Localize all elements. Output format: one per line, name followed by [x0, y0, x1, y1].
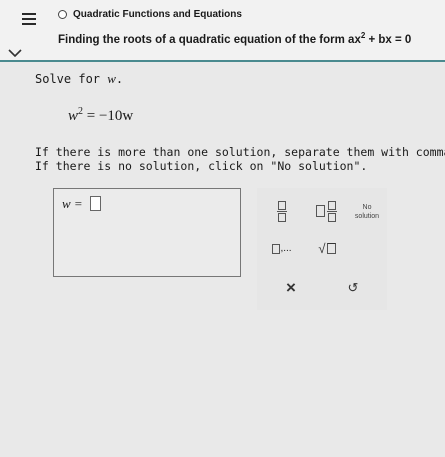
- instruction-variable: w: [107, 71, 116, 86]
- header-bar: Quadratic Functions and Equations Findin…: [0, 0, 445, 62]
- menu-icon[interactable]: [22, 13, 36, 25]
- fraction-icon: [277, 200, 287, 222]
- progress-circle-icon: [58, 10, 67, 19]
- sqrt-symbol: √: [318, 240, 326, 256]
- problem-title: Finding the roots of a quadratic equatio…: [58, 31, 411, 46]
- instruction-prefix: Solve for: [35, 72, 108, 86]
- mixed-number-icon: [315, 200, 337, 222]
- clear-button[interactable]: ×: [281, 278, 301, 298]
- list-icon: ,...: [272, 242, 292, 254]
- topic-row: Quadratic Functions and Equations: [58, 9, 242, 20]
- math-keypad: No solution ,... √ × ↺: [257, 188, 387, 310]
- topic-title: Quadratic Functions and Equations: [73, 9, 242, 20]
- equation: w2 = −10w: [68, 106, 133, 125]
- fraction-button[interactable]: [271, 200, 293, 222]
- close-icon: ×: [286, 278, 296, 297]
- answer-box[interactable]: w =: [53, 188, 241, 277]
- list-button[interactable]: ,...: [265, 238, 299, 258]
- square-root-icon: √: [318, 240, 336, 256]
- instruction: Solve for w.: [35, 71, 123, 87]
- equation-rest: = −10w: [86, 108, 134, 124]
- undo-button[interactable]: ↺: [343, 278, 363, 298]
- no-solution-line1: No: [362, 204, 372, 211]
- problem-title-prefix: Finding the roots of a quadratic equatio…: [58, 33, 361, 46]
- answer-input[interactable]: [90, 196, 101, 211]
- square-root-button[interactable]: √: [315, 238, 339, 258]
- problem-title-suffix: + bx = 0: [365, 33, 412, 46]
- no-solution-line2: solution: [354, 213, 380, 220]
- instruction-suffix: .: [115, 72, 124, 86]
- equation-exponent: 2: [78, 106, 84, 117]
- note-multiple-solutions: If there is more than one solution, sepa…: [35, 145, 445, 159]
- note-no-solution: If there is no solution, click on "No so…: [35, 159, 368, 173]
- no-solution-button[interactable]: No solution: [351, 200, 383, 224]
- answer-label: w =: [62, 196, 83, 211]
- list-separator: ,...: [280, 242, 292, 254]
- question-panel: Solve for w. w2 = −10w If there is more …: [0, 62, 445, 457]
- equation-base: w: [68, 108, 79, 124]
- collapse-button[interactable]: [0, 46, 30, 60]
- undo-icon: ↺: [347, 280, 359, 295]
- mixed-number-button[interactable]: [313, 200, 339, 222]
- no-solution-label: No solution: [355, 203, 379, 221]
- chevron-down-icon: [8, 49, 22, 57]
